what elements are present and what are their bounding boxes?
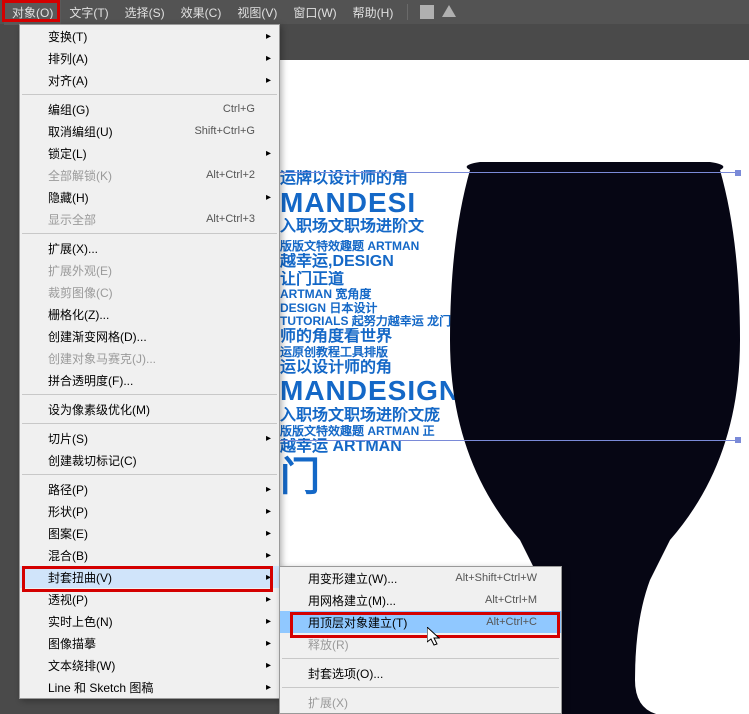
menu-show-all: 显示全部Alt+Ctrl+3 xyxy=(20,208,279,230)
menu-separator xyxy=(282,687,559,688)
submenu-make-mesh[interactable]: 用网格建立(M)...Alt+Ctrl+M xyxy=(280,589,561,611)
menu-separator xyxy=(22,94,277,95)
toolbar-icon-1[interactable] xyxy=(420,5,434,19)
menu-ungroup[interactable]: 取消编组(U)Shift+Ctrl+G xyxy=(20,120,279,142)
menu-envelope-distort[interactable]: 封套扭曲(V) xyxy=(20,566,279,588)
menu-effect[interactable]: 效果(C) xyxy=(173,0,230,25)
toolbar-icons xyxy=(414,5,456,19)
menu-perspective[interactable]: 透视(P) xyxy=(20,588,279,610)
menu-flatten-transparency[interactable]: 拼合透明度(F)... xyxy=(20,369,279,391)
menu-object-mosaic: 创建对象马赛克(J)... xyxy=(20,347,279,369)
selection-handle[interactable] xyxy=(735,170,741,176)
selection-guide xyxy=(280,172,740,173)
submenu-make-top-object[interactable]: 用顶层对象建立(T)Alt+Ctrl+C xyxy=(280,611,561,633)
submenu-envelope-options[interactable]: 封套选项(O)... xyxy=(280,662,561,684)
menu-shape[interactable]: 形状(P) xyxy=(20,500,279,522)
object-dropdown: 变换(T) 排列(A) 对齐(A) 编组(G)Ctrl+G 取消编组(U)Shi… xyxy=(19,24,280,699)
menu-separator xyxy=(22,233,277,234)
menu-align[interactable]: 对齐(A) xyxy=(20,69,279,91)
main-menubar: 对象(O) 文字(T) 选择(S) 效果(C) 视图(V) 窗口(W) 帮助(H… xyxy=(0,0,749,24)
submenu-expand: 扩展(X) xyxy=(280,691,561,713)
toolbar-icon-2[interactable] xyxy=(442,5,456,17)
menu-object[interactable]: 对象(O) xyxy=(4,0,61,25)
menu-type[interactable]: 文字(T) xyxy=(61,0,116,25)
menu-unlock-all: 全部解锁(K)Alt+Ctrl+2 xyxy=(20,164,279,186)
selection-guide xyxy=(280,440,740,441)
selection-handle[interactable] xyxy=(735,437,741,443)
menu-live-paint[interactable]: 实时上色(N) xyxy=(20,610,279,632)
menu-text-wrap[interactable]: 文本绕排(W) xyxy=(20,654,279,676)
menu-rasterize[interactable]: 栅格化(Z)... xyxy=(20,303,279,325)
menubar-divider xyxy=(407,4,408,20)
menu-window[interactable]: 窗口(W) xyxy=(285,0,344,25)
menu-path[interactable]: 路径(P) xyxy=(20,478,279,500)
menu-hide[interactable]: 隐藏(H) xyxy=(20,186,279,208)
menu-help[interactable]: 帮助(H) xyxy=(345,0,402,25)
menu-view[interactable]: 视图(V) xyxy=(229,0,285,25)
menu-separator xyxy=(22,394,277,395)
menu-separator xyxy=(22,474,277,475)
menu-blend[interactable]: 混合(B) xyxy=(20,544,279,566)
menu-pixel-perfect[interactable]: 设为像素级优化(M) xyxy=(20,398,279,420)
envelope-submenu: 用变形建立(W)...Alt+Shift+Ctrl+W 用网格建立(M)...A… xyxy=(279,566,562,714)
menu-line-sketch[interactable]: Line 和 Sketch 图稿 xyxy=(20,676,279,698)
menu-image-trace[interactable]: 图像描摹 xyxy=(20,632,279,654)
menu-expand-appearance: 扩展外观(E) xyxy=(20,259,279,281)
menu-select[interactable]: 选择(S) xyxy=(117,0,173,25)
menu-separator xyxy=(282,658,559,659)
menu-pattern[interactable]: 图案(E) xyxy=(20,522,279,544)
menu-separator xyxy=(22,423,277,424)
menu-arrange[interactable]: 排列(A) xyxy=(20,47,279,69)
submenu-release: 释放(R) xyxy=(280,633,561,655)
menu-transform[interactable]: 变换(T) xyxy=(20,25,279,47)
mouse-cursor-icon xyxy=(427,627,443,647)
menu-gradient-mesh[interactable]: 创建渐变网格(D)... xyxy=(20,325,279,347)
menu-lock[interactable]: 锁定(L) xyxy=(20,142,279,164)
menu-expand[interactable]: 扩展(X)... xyxy=(20,237,279,259)
menu-slice[interactable]: 切片(S) xyxy=(20,427,279,449)
menu-trim-marks[interactable]: 创建裁切标记(C) xyxy=(20,449,279,471)
menu-crop-image: 裁剪图像(C) xyxy=(20,281,279,303)
menu-group[interactable]: 编组(G)Ctrl+G xyxy=(20,98,279,120)
submenu-make-warp[interactable]: 用变形建立(W)...Alt+Shift+Ctrl+W xyxy=(280,567,561,589)
